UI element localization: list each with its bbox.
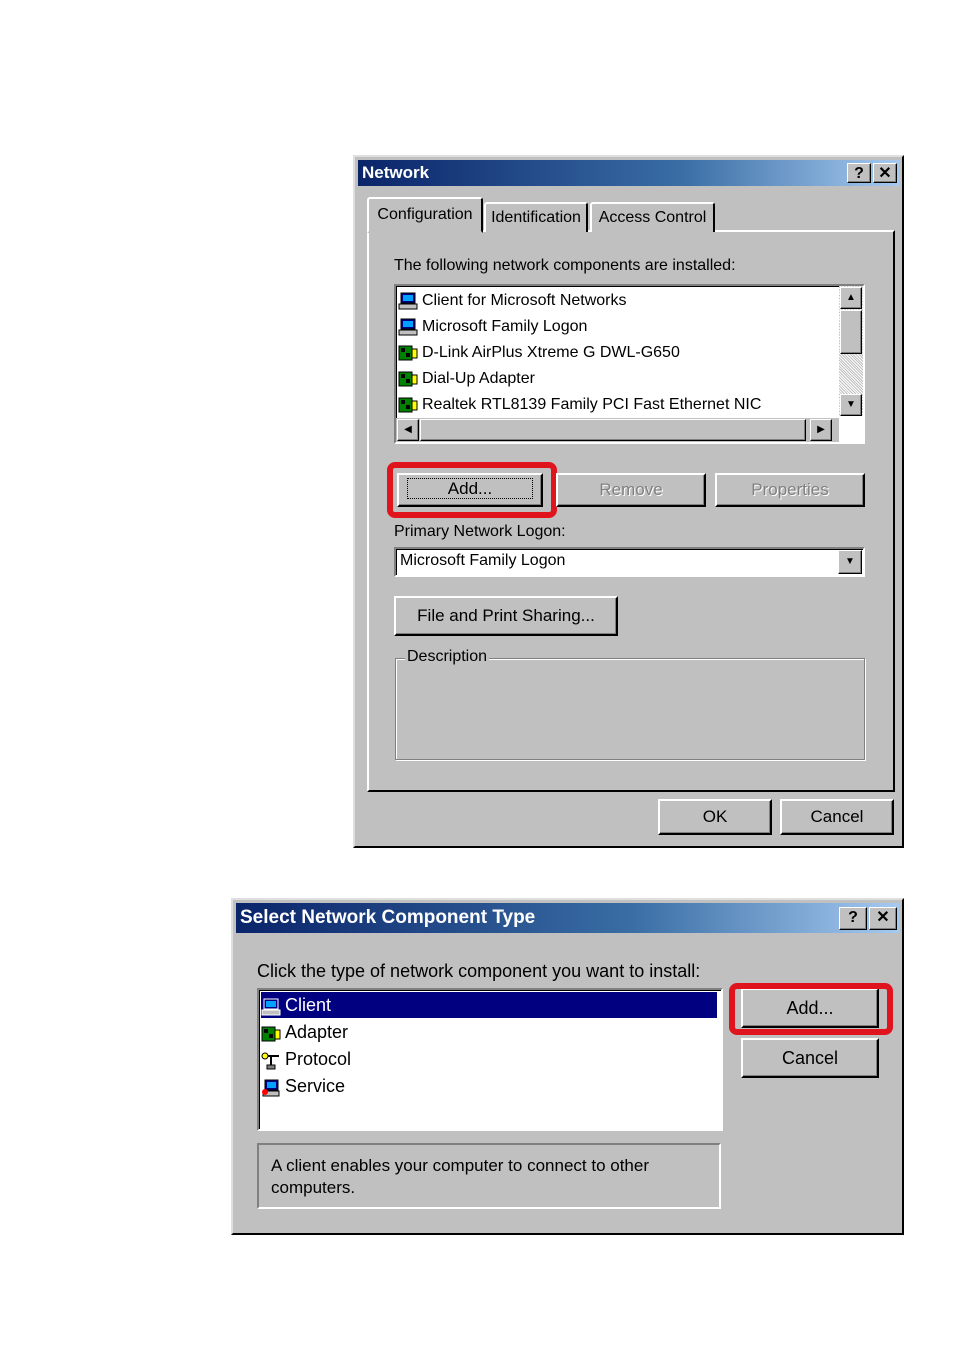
scroll-left-button[interactable]: ◀ xyxy=(397,419,419,441)
list-item-service[interactable]: Service xyxy=(261,1073,345,1100)
adapter-icon xyxy=(261,1024,281,1042)
scroll-thumb[interactable] xyxy=(840,310,862,354)
chevron-down-icon[interactable]: ▼ xyxy=(838,550,862,574)
file-print-sharing-button[interactable]: File and Print Sharing... xyxy=(394,596,618,636)
scroll-down-button[interactable]: ▼ xyxy=(840,394,862,416)
primary-logon-select[interactable]: Microsoft Family Logon ▼ xyxy=(394,547,865,577)
scroll-up-button[interactable]: ▲ xyxy=(840,287,862,309)
up-arrow-icon: ▲ xyxy=(846,292,856,303)
list-item-protocol[interactable]: Protocol xyxy=(261,1046,351,1073)
list-item-client[interactable]: Client xyxy=(261,992,717,1018)
client-icon xyxy=(261,997,281,1016)
protocol-icon xyxy=(261,1051,281,1070)
vertical-scrollbar[interactable]: ▲ ▼ xyxy=(839,286,863,416)
select-title-bar[interactable]: Select Network Component Type ? ✕ xyxy=(236,903,899,933)
description-group xyxy=(395,658,865,760)
list-item[interactable]: Client for Microsoft Networks xyxy=(398,288,627,313)
right-arrow-icon: ▶ xyxy=(817,424,825,435)
close-button[interactable]: ✕ xyxy=(873,163,897,183)
scroll-right-button[interactable]: ▶ xyxy=(810,419,832,441)
list-item[interactable]: Realtek RTL8139 Family PCI Fast Ethernet… xyxy=(398,392,761,417)
close-button[interactable]: ✕ xyxy=(869,907,897,930)
ok-button[interactable]: OK xyxy=(658,799,772,835)
down-arrow-icon: ▼ xyxy=(846,399,856,410)
close-icon: ✕ xyxy=(876,909,890,926)
network-title: Network xyxy=(362,163,430,182)
description-box: A client enables your computer to connec… xyxy=(257,1143,721,1209)
tab-configuration[interactable]: Configuration xyxy=(367,197,483,233)
cancel-button[interactable]: Cancel xyxy=(780,799,894,835)
list-item[interactable]: Dial-Up Adapter xyxy=(398,366,535,391)
component-type-list[interactable]: Client Adapter Protocol Service xyxy=(257,988,723,1131)
add-button-highlight xyxy=(729,983,893,1035)
component-description: A client enables your computer to connec… xyxy=(271,1156,650,1197)
properties-button[interactable]: Properties xyxy=(715,473,865,507)
add-button-highlight xyxy=(387,462,557,518)
adapter-icon xyxy=(398,344,418,362)
tab-access-control[interactable]: Access Control xyxy=(590,202,715,232)
components-list[interactable]: Client for Microsoft Networks Microsoft … xyxy=(394,284,865,444)
adapter-icon xyxy=(398,396,418,414)
components-label: The following network components are ins… xyxy=(394,257,736,274)
close-icon: ✕ xyxy=(878,165,892,182)
service-icon xyxy=(261,1078,281,1097)
list-item[interactable]: D-Link AirPlus Xtreme G DWL-G650 xyxy=(398,340,680,365)
select-prompt: Click the type of network component you … xyxy=(257,961,701,981)
list-item[interactable]: Microsoft Family Logon xyxy=(398,314,587,339)
client-icon xyxy=(398,318,418,336)
network-title-bar[interactable]: Network ? ✕ xyxy=(358,160,899,186)
client-icon xyxy=(398,292,418,310)
remove-button[interactable]: Remove xyxy=(556,473,706,507)
tab-identification[interactable]: Identification xyxy=(484,202,588,232)
select-component-dialog: Select Network Component Type ? ✕ Click … xyxy=(231,898,904,1235)
primary-logon-label: Primary Network Logon: xyxy=(394,523,566,540)
cancel-button[interactable]: Cancel xyxy=(741,1038,879,1078)
scroll-thumb-horizontal[interactable] xyxy=(420,419,806,441)
left-arrow-icon: ◀ xyxy=(404,424,412,435)
description-label: Description xyxy=(405,648,490,666)
help-button[interactable]: ? xyxy=(839,907,867,930)
adapter-icon xyxy=(398,370,418,388)
select-title: Select Network Component Type xyxy=(240,907,536,928)
list-item-adapter[interactable]: Adapter xyxy=(261,1019,348,1046)
horizontal-scrollbar[interactable]: ◀ ▶ xyxy=(396,418,839,442)
network-dialog: Network ? ✕ Configuration Identification… xyxy=(353,155,904,848)
help-button[interactable]: ? xyxy=(847,163,871,183)
